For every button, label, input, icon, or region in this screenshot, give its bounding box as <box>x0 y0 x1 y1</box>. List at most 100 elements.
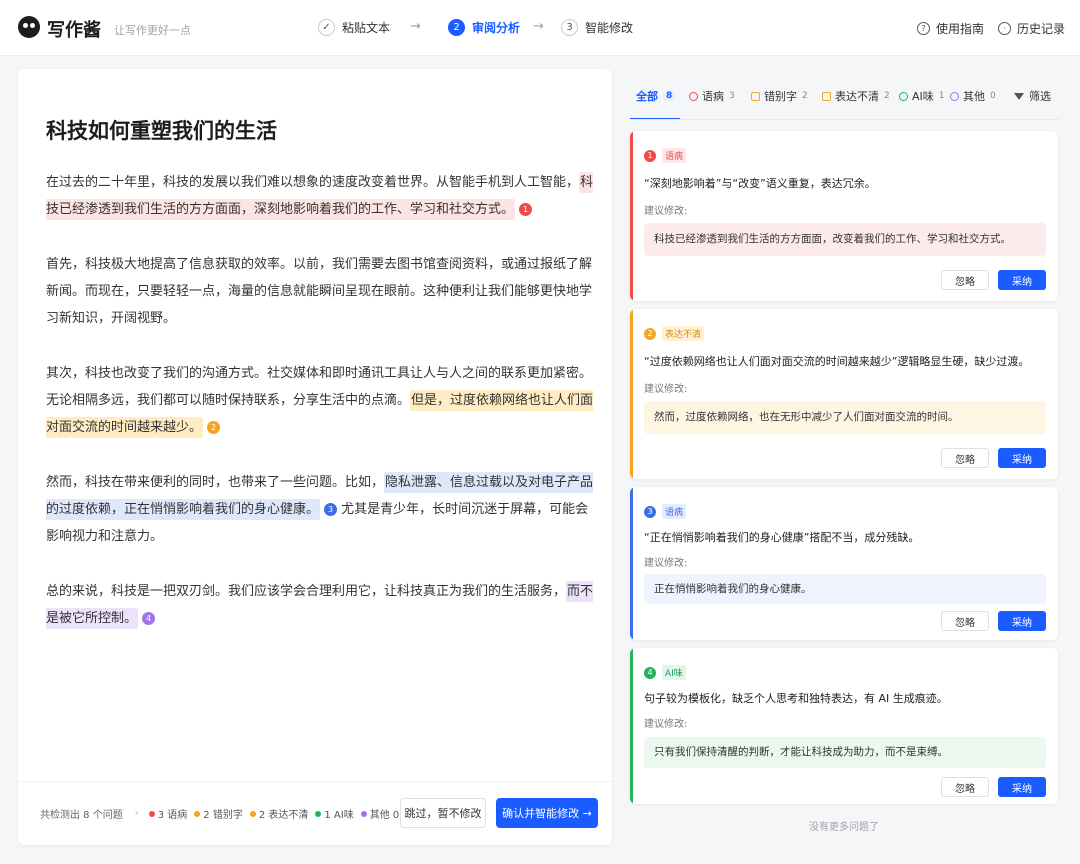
tab-unclear[interactable]: 表达不清 2 <box>822 88 890 104</box>
tab-ai[interactable]: AI味 1 <box>899 88 945 104</box>
issue-number: 1 <box>644 149 656 162</box>
issue-tag: 2 表达不清 <box>644 326 705 341</box>
step-label: 粘贴文本 <box>342 21 391 35</box>
top-bar: 写作酱 让写作更好一点 ✓ 粘贴文本 → 2 审阅分析 → 3 智能修改 ? 使… <box>0 0 1080 56</box>
ignore-button[interactable]: 忽略 <box>941 777 989 797</box>
issue-tag: 3 语病 <box>644 504 687 519</box>
count-typo: 2 错别字 <box>194 806 243 821</box>
tab-grammar[interactable]: 语病 3 <box>689 88 735 104</box>
paragraph-2: 首先，科技极大地提高了信息获取的效率。以前，我们需要去图书馆查阅资料，或通过报纸… <box>46 257 593 326</box>
dot-icon <box>148 810 155 817</box>
issue-description: “深刻地影响着”与“改变”语义重复，表达冗余。 <box>644 177 876 190</box>
logo-icon <box>18 16 40 38</box>
dot-icon <box>315 810 322 817</box>
ai-icon <box>899 91 908 101</box>
tab-typo[interactable]: 错别字 2 <box>751 88 808 104</box>
paragraph-5: 总的来说，科技是一把双刃剑。我们应该学会合理利用它，让科技真正为我们的生活服务，… <box>46 578 598 632</box>
clock-icon: · <box>998 22 1011 35</box>
history-label: 历史记录 <box>1017 22 1066 36</box>
suggestion-text: 只有我们保持清醒的判断，才能让科技成为助力，而不是束缚。 <box>644 737 1046 768</box>
history-link[interactable]: · 历史记录 <box>998 20 1065 37</box>
typo-icon <box>751 91 760 101</box>
step-number: 2 <box>448 19 465 36</box>
skip-button[interactable]: 跳过，暂不修改 <box>400 798 486 828</box>
suggestion-text: 正在悄悄影响着我们的身心健康。 <box>644 574 1046 604</box>
accept-button[interactable]: 采纳 <box>998 270 1046 290</box>
issue-summary: 共检测出 8 个问题 <box>40 810 123 821</box>
step-paste[interactable]: ✓ 粘贴文本 <box>318 19 390 36</box>
tab-other[interactable]: 其他 0 <box>950 88 996 104</box>
paragraph-text: 在过去的二十年里，科技的发展以我们难以想象的速度改变着世界。从智能手机到人工智能… <box>46 175 580 190</box>
step-label: 智能修改 <box>585 21 634 35</box>
paragraph-3: 其次，科技也改变了我们的沟通方式。社交媒体和即时通讯工具让人与人之间的联系更加紧… <box>46 360 598 441</box>
suggestion-label: 建议修改: <box>644 206 688 217</box>
issue-tag: 4 AI味 <box>644 665 686 680</box>
brand-name: 写作酱 <box>47 20 101 41</box>
suggestion-label: 建议修改: <box>644 558 688 569</box>
issue-card-3: 3 语病 “正在悄悄影响着我们的身心健康”搭配不当，成分残缺。 建议修改: 正在… <box>630 487 1058 640</box>
issue-number: 2 <box>644 327 656 340</box>
dot-icon <box>249 810 256 817</box>
filter-button[interactable]: 筛选 <box>1014 88 1051 104</box>
step-number: 3 <box>561 19 578 36</box>
issue-number: 4 <box>644 666 656 679</box>
suggestion-text: 然而，过度依赖网络，也在无形中减少了人们面对面交流的时间。 <box>644 401 1046 434</box>
paragraph-4: 然而，科技在带来便利的同时，也带来了一些问题。比如，隐私泄露、信息过载以及对电子… <box>46 469 598 550</box>
filter-icon <box>1014 92 1024 100</box>
other-icon <box>950 91 959 101</box>
step-review[interactable]: 2 审阅分析 <box>448 19 520 36</box>
suggestion-label: 建议修改: <box>644 719 688 730</box>
guide-link[interactable]: ? 使用指南 <box>917 20 984 37</box>
help-circle-icon: ? <box>917 22 930 35</box>
suggestion-text: 科技已经渗透到我们生活的方方面面，改变着我们的工作、学习和社交方式。 <box>644 223 1046 256</box>
confirm-smart-edit-button[interactable]: 确认并智能修改 → <box>496 798 598 828</box>
accept-button[interactable]: 采纳 <box>998 777 1046 797</box>
accept-button[interactable]: 采纳 <box>998 611 1046 631</box>
issue-description: “正在悄悄影响着我们的身心健康”搭配不当，成分残缺。 <box>644 531 920 544</box>
issue-marker-4[interactable]: 4 <box>142 612 156 625</box>
issue-type: 表达不清 <box>662 326 705 341</box>
dot-icon <box>360 810 367 817</box>
ignore-button[interactable]: 忽略 <box>941 611 989 631</box>
document-editor[interactable]: 科技如何重塑我们的生活 在过去的二十年里，科技的发展以我们难以想象的速度改变着世… <box>18 69 612 845</box>
no-more-issues: 没有更多问题了 <box>809 822 879 833</box>
guide-label: 使用指南 <box>936 22 985 36</box>
count-unclear: 2 表达不清 <box>249 806 308 821</box>
card-accent-bar <box>630 309 633 479</box>
card-accent-bar <box>630 648 633 804</box>
step-smart-edit[interactable]: 3 智能修改 <box>561 19 633 36</box>
step-done-check-icon: ✓ <box>318 19 335 36</box>
issue-marker-3[interactable]: 3 <box>324 503 338 516</box>
card-accent-bar <box>630 131 633 301</box>
issue-type: 语病 <box>662 148 687 163</box>
issue-marker-1[interactable]: 1 <box>519 203 533 216</box>
editor-footer: 共检测出 8 个问题 › 3 语病 2 错别字 2 表达不清 1 AI味 其他 … <box>18 781 612 845</box>
issue-card-4: 4 AI味 句子较为模板化，缺乏个人思考和独特表达，有 AI 生成痕迹。 建议修… <box>630 648 1058 804</box>
grammar-icon <box>689 91 698 101</box>
tabs-divider <box>630 119 1060 120</box>
issue-tag: 1 语病 <box>644 148 687 163</box>
issue-type: 语病 <box>662 504 687 519</box>
accept-button[interactable]: 采纳 <box>998 448 1046 468</box>
issue-card-2: 2 表达不清 “过度依赖网络也让人们面对面交流的时间越来越少”逻辑略显生硬，缺少… <box>630 309 1058 479</box>
ignore-button[interactable]: 忽略 <box>941 448 989 468</box>
paragraph-1: 在过去的二十年里，科技的发展以我们难以想象的速度改变着世界。从智能手机到人工智能… <box>46 169 598 223</box>
issue-description: 句子较为模板化，缺乏个人思考和独特表达，有 AI 生成痕迹。 <box>644 692 948 705</box>
unclear-icon <box>822 91 831 101</box>
issue-number: 3 <box>644 505 656 518</box>
issue-marker-2[interactable]: 2 <box>207 421 221 434</box>
arrow-right-icon: → <box>533 19 544 34</box>
count-grammar: 3 语病 <box>148 806 187 821</box>
count-other: 其他 0 <box>360 806 399 821</box>
issue-type: AI味 <box>662 665 686 680</box>
tab-all[interactable]: 全部 8 <box>636 88 676 104</box>
chevron-right-icon[interactable]: › <box>135 808 139 819</box>
issue-card-1: 1 语病 “深刻地影响着”与“改变”语义重复，表达冗余。 建议修改: 科技已经渗… <box>630 131 1058 301</box>
document-body[interactable]: 在过去的二十年里，科技的发展以我们难以想象的速度改变着世界。从智能手机到人工智能… <box>46 169 598 660</box>
brand-slogan: 让写作更好一点 <box>114 24 191 37</box>
dot-icon <box>194 810 201 817</box>
ignore-button[interactable]: 忽略 <box>941 270 989 290</box>
paragraph-text: 然而，科技在带来便利的同时，也带来了一些问题。比如， <box>46 475 385 490</box>
suggestion-label: 建议修改: <box>644 384 688 395</box>
paragraph-text: 总的来说，科技是一把双刃剑。我们应该学会合理利用它，让科技真正为我们的生活服务， <box>46 584 567 599</box>
